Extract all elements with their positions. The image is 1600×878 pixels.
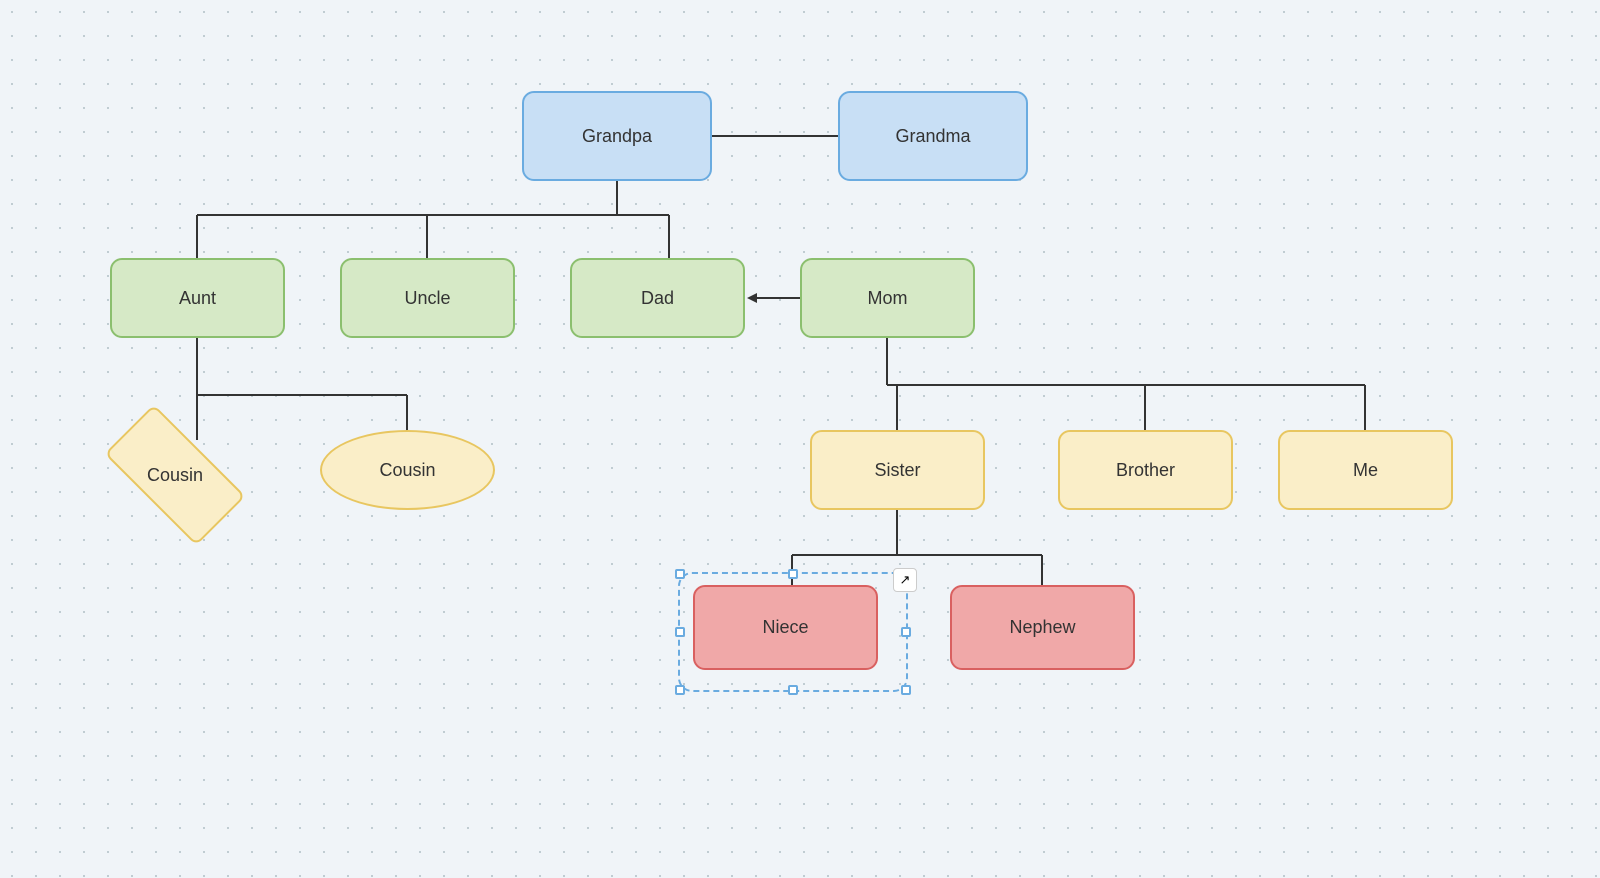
nephew-label: Nephew bbox=[1009, 617, 1075, 638]
dad-node[interactable]: Dad bbox=[570, 258, 745, 338]
resize-handle-br[interactable] bbox=[901, 685, 911, 695]
niece-node[interactable]: Niece bbox=[693, 585, 878, 670]
nephew-node[interactable]: Nephew bbox=[950, 585, 1135, 670]
niece-label: Niece bbox=[762, 617, 808, 638]
aunt-label: Aunt bbox=[179, 288, 216, 309]
me-node[interactable]: Me bbox=[1278, 430, 1453, 510]
mom-label: Mom bbox=[868, 288, 908, 309]
grandpa-node[interactable]: Grandpa bbox=[522, 91, 712, 181]
me-label: Me bbox=[1353, 460, 1378, 481]
move-icon: ↗ bbox=[900, 572, 911, 588]
grandpa-label: Grandpa bbox=[582, 126, 652, 147]
family-tree-diagram: Grandpa Grandma Aunt Uncle Dad Mom Cousi… bbox=[0, 0, 1600, 878]
uncle-node[interactable]: Uncle bbox=[340, 258, 515, 338]
resize-handle-bm[interactable] bbox=[788, 685, 798, 695]
resize-handle-bl[interactable] bbox=[675, 685, 685, 695]
niece-action-icon[interactable]: ↗ bbox=[893, 568, 917, 592]
resize-handle-tl[interactable] bbox=[675, 569, 685, 579]
resize-handle-mr[interactable] bbox=[901, 627, 911, 637]
cousin2-node[interactable]: Cousin bbox=[320, 430, 495, 510]
dad-label: Dad bbox=[641, 288, 674, 309]
brother-node[interactable]: Brother bbox=[1058, 430, 1233, 510]
grandma-label: Grandma bbox=[895, 126, 970, 147]
brother-label: Brother bbox=[1116, 460, 1175, 481]
cousin1-label: Cousin bbox=[147, 465, 203, 486]
cousin1-node[interactable]: Cousin bbox=[95, 430, 255, 520]
resize-handle-ml[interactable] bbox=[675, 627, 685, 637]
mom-node[interactable]: Mom bbox=[800, 258, 975, 338]
resize-handle-tm[interactable] bbox=[788, 569, 798, 579]
aunt-node[interactable]: Aunt bbox=[110, 258, 285, 338]
grandma-node[interactable]: Grandma bbox=[838, 91, 1028, 181]
sister-label: Sister bbox=[874, 460, 920, 481]
cousin2-label: Cousin bbox=[379, 460, 435, 481]
uncle-label: Uncle bbox=[404, 288, 450, 309]
sister-node[interactable]: Sister bbox=[810, 430, 985, 510]
